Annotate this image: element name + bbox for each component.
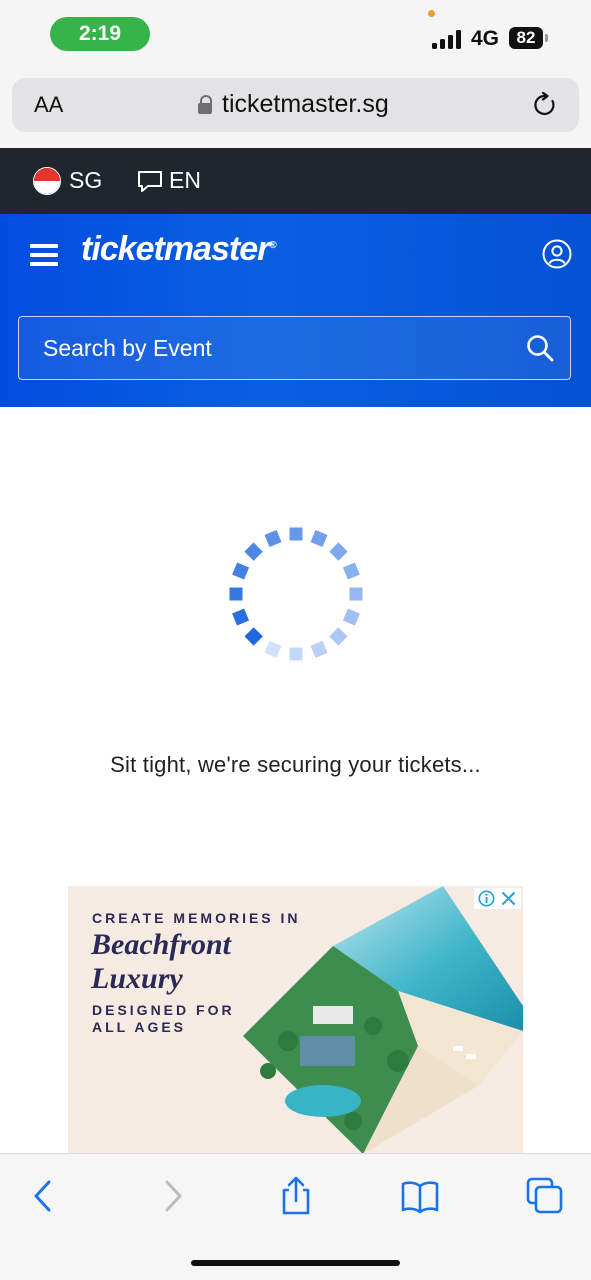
language-selector[interactable]: EN [169, 167, 201, 194]
language-chat-icon[interactable] [137, 170, 163, 194]
battery-tip [545, 34, 548, 42]
account-icon[interactable] [542, 239, 572, 269]
browser-top-bar: AA ticketmaster.sg [0, 72, 591, 148]
brand-text: ticketmaster [81, 230, 270, 268]
ad-close-icon[interactable] [500, 890, 517, 907]
loading-message: Sit tight, we're securing your tickets..… [110, 752, 481, 777]
bookmarks-icon[interactable] [400, 1176, 440, 1216]
ad-info-icon[interactable] [478, 890, 495, 907]
search-icon[interactable] [526, 334, 554, 362]
search-bar[interactable] [18, 316, 571, 380]
ad-subtagline: DESIGNED FOR ALL AGES [92, 1002, 235, 1035]
singapore-flag-icon[interactable] [33, 167, 61, 195]
lock-icon [198, 95, 212, 114]
trademark-symbol: ® [269, 240, 277, 251]
ad-tagline: CREATE MEMORIES IN [92, 910, 301, 926]
ad-headline-1: Beachfront [91, 928, 232, 961]
ticketmaster-logo[interactable]: ticketmaster® [81, 230, 277, 269]
text-size-button[interactable]: AA [34, 92, 63, 118]
tabs-icon[interactable] [525, 1176, 565, 1216]
signal-strength-icon [432, 29, 464, 49]
ad-headline-2: Luxury [91, 962, 183, 995]
loading-spinner-icon [229, 527, 363, 661]
search-input[interactable] [43, 317, 503, 379]
privacy-indicator-dot [428, 10, 435, 17]
advertisement-banner[interactable]: CREATE MEMORIES IN Beachfront Luxury DES… [68, 886, 523, 1154]
forward-icon[interactable] [152, 1176, 192, 1216]
battery-icon: 82 [509, 27, 543, 49]
menu-icon[interactable] [30, 244, 58, 266]
country-selector[interactable]: SG [69, 167, 102, 194]
address-bar[interactable]: AA ticketmaster.sg [12, 78, 579, 132]
status-bar: 2:19 4G 82 [0, 0, 591, 72]
home-indicator [191, 1260, 400, 1266]
reload-icon[interactable] [532, 92, 558, 118]
back-icon[interactable] [24, 1176, 64, 1216]
text-size-label: AA [34, 92, 64, 117]
url-text[interactable]: ticketmaster.sg [222, 90, 389, 119]
network-type: 4G [471, 27, 500, 50]
ad-controls [474, 888, 521, 909]
locale-bar: SG EN [0, 148, 591, 214]
status-time: 2:19 [50, 17, 150, 51]
share-icon[interactable] [276, 1176, 316, 1216]
site-header: ticketmaster® [0, 214, 591, 407]
